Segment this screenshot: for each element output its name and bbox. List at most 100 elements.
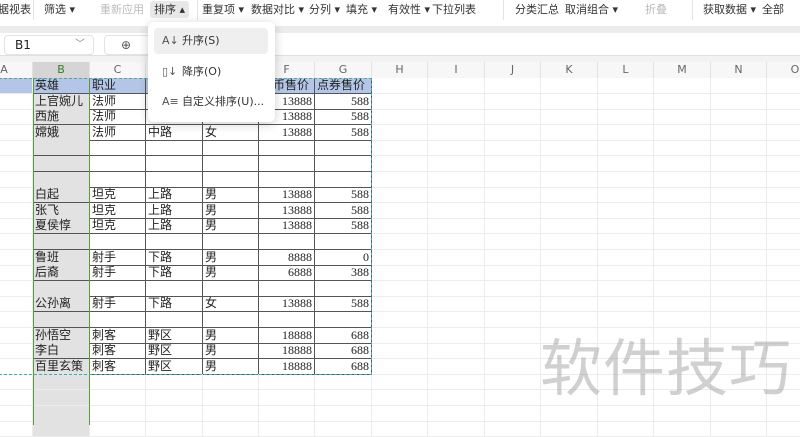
cell[interactable]: 上路 xyxy=(146,202,203,219)
cell[interactable] xyxy=(372,312,428,328)
cell[interactable] xyxy=(0,405,33,422)
cell[interactable] xyxy=(428,265,485,282)
cell[interactable] xyxy=(711,124,767,141)
cell[interactable] xyxy=(315,156,372,172)
cell[interactable] xyxy=(428,93,485,110)
cell[interactable] xyxy=(0,202,33,219)
cell[interactable] xyxy=(90,312,146,328)
cell[interactable] xyxy=(598,156,654,172)
toolbar-button[interactable]: 重新应用 xyxy=(100,1,144,18)
cell[interactable] xyxy=(485,421,541,437)
cell[interactable] xyxy=(90,390,146,406)
cell[interactable]: 孙悟空 xyxy=(33,327,90,344)
cell[interactable]: 0 xyxy=(315,249,372,266)
cell[interactable]: 588 xyxy=(315,124,372,141)
cell[interactable] xyxy=(372,93,428,110)
cell[interactable] xyxy=(203,156,259,172)
cell[interactable]: 坦克 xyxy=(90,187,146,204)
cell[interactable] xyxy=(315,421,372,437)
cell[interactable] xyxy=(33,171,90,188)
cell[interactable]: 百里玄策 xyxy=(33,358,90,375)
cell[interactable]: 男 xyxy=(203,327,259,344)
cell[interactable] xyxy=(90,280,146,297)
cell[interactable]: 女 xyxy=(203,296,259,313)
cell[interactable]: 下路 xyxy=(146,249,203,266)
cell[interactable] xyxy=(0,93,33,110)
cell[interactable] xyxy=(711,249,767,266)
cell[interactable] xyxy=(0,312,33,328)
cell[interactable] xyxy=(767,296,800,313)
cell[interactable] xyxy=(372,265,428,282)
cell[interactable] xyxy=(654,296,711,313)
cell[interactable] xyxy=(711,109,767,126)
cell[interactable]: 射手 xyxy=(90,249,146,266)
cell[interactable] xyxy=(767,203,800,219)
toolbar-button[interactable]: 折叠 xyxy=(645,1,667,18)
cell[interactable]: 鲁班 xyxy=(33,249,90,266)
cell[interactable] xyxy=(485,405,541,422)
cell[interactable] xyxy=(598,140,654,157)
cell[interactable] xyxy=(767,218,800,235)
cell[interactable] xyxy=(33,405,90,422)
cell[interactable] xyxy=(90,156,146,172)
cell[interactable] xyxy=(598,296,654,313)
cell[interactable] xyxy=(0,156,33,172)
cell[interactable] xyxy=(90,234,146,250)
cell[interactable]: 嫦娥 xyxy=(33,124,90,141)
cell[interactable] xyxy=(0,421,33,437)
cell[interactable] xyxy=(654,187,711,204)
cell[interactable] xyxy=(315,374,372,391)
cell[interactable]: 坦克 xyxy=(90,202,146,219)
toolbar-button[interactable]: 填充 ▾ xyxy=(346,1,377,18)
menu-item-descending[interactable]: ▯↓ 降序(O) xyxy=(154,59,268,85)
cell[interactable] xyxy=(33,390,90,406)
cell[interactable]: 后裔 xyxy=(33,265,90,282)
cell[interactable] xyxy=(372,234,428,250)
cell[interactable] xyxy=(598,234,654,250)
cell[interactable] xyxy=(598,265,654,282)
cell[interactable] xyxy=(541,202,598,219)
cell[interactable]: 6888 xyxy=(259,265,315,282)
cell[interactable]: 女 xyxy=(203,124,259,141)
cell[interactable] xyxy=(0,280,33,297)
cell[interactable] xyxy=(485,265,541,282)
cell[interactable] xyxy=(711,202,767,219)
cell[interactable] xyxy=(372,140,428,157)
cell[interactable] xyxy=(541,93,598,110)
table-header-cell[interactable] xyxy=(767,78,800,94)
cell[interactable] xyxy=(485,327,541,344)
cell[interactable] xyxy=(541,156,598,172)
table-header-cell[interactable]: 点券售价 xyxy=(315,78,372,94)
cell[interactable] xyxy=(0,109,33,126)
table-header-cell[interactable] xyxy=(485,78,541,94)
cell[interactable] xyxy=(203,140,259,157)
column-header-A[interactable]: A xyxy=(0,62,33,78)
column-header-G[interactable]: G xyxy=(315,62,372,78)
cell[interactable] xyxy=(654,265,711,282)
cell[interactable] xyxy=(33,312,90,328)
toolbar-button[interactable]: 据视表 xyxy=(0,1,31,18)
cell[interactable] xyxy=(654,171,711,188)
cell[interactable] xyxy=(711,234,767,250)
table-header-cell[interactable] xyxy=(428,78,485,94)
cell[interactable] xyxy=(541,187,598,204)
cell[interactable] xyxy=(654,156,711,172)
cell[interactable]: 588 xyxy=(315,296,372,313)
table-header-cell[interactable] xyxy=(541,78,598,94)
cell[interactable] xyxy=(259,234,315,250)
cell[interactable] xyxy=(259,156,315,172)
cell[interactable] xyxy=(315,140,372,157)
cell[interactable] xyxy=(428,202,485,219)
cell[interactable]: 李白 xyxy=(33,343,90,360)
cell[interactable]: 588 xyxy=(315,93,372,110)
cell[interactable] xyxy=(33,140,90,157)
cell[interactable]: 下路 xyxy=(146,296,203,313)
cell[interactable]: 野区 xyxy=(146,327,203,344)
cell[interactable] xyxy=(315,405,372,422)
cell[interactable] xyxy=(372,421,428,437)
cell[interactable] xyxy=(315,312,372,328)
cell[interactable] xyxy=(315,390,372,406)
cell[interactable] xyxy=(485,218,541,235)
cell[interactable]: 中路 xyxy=(146,124,203,141)
cell[interactable] xyxy=(767,125,800,141)
